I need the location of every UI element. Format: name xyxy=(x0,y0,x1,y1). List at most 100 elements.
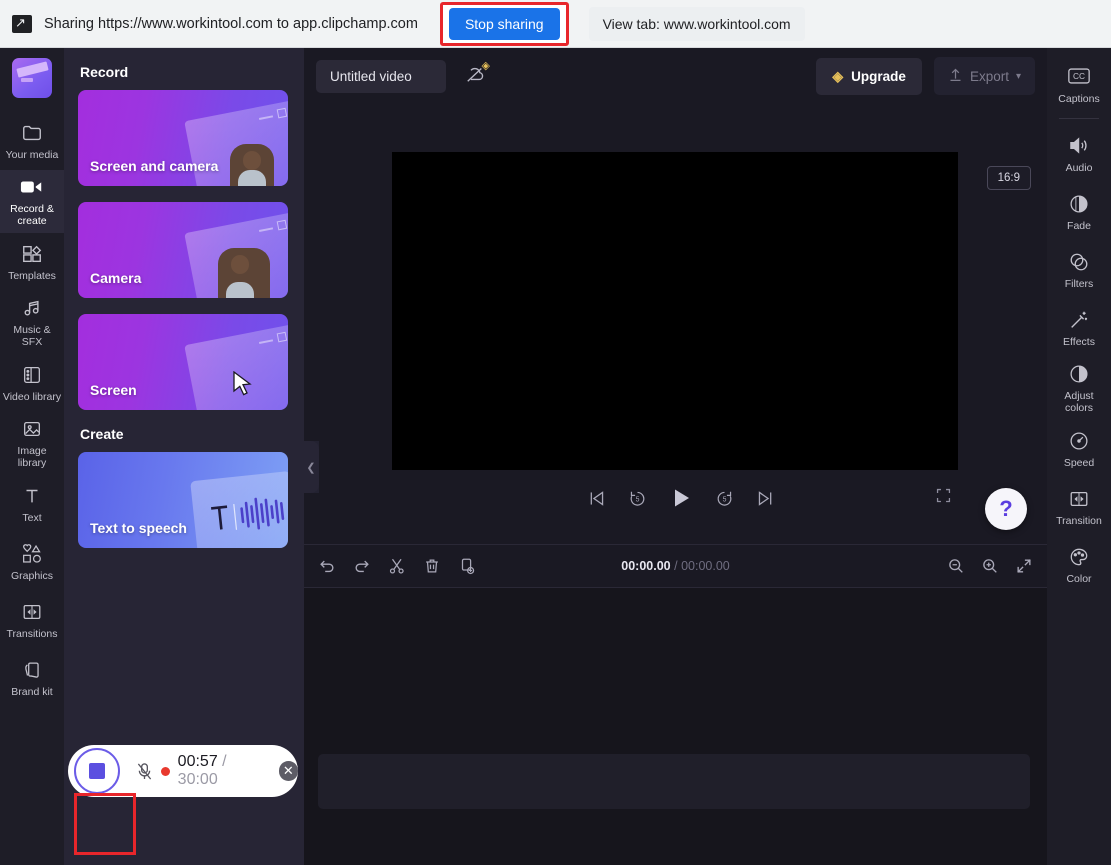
sidebar-item-image-library[interactable]: Image library xyxy=(0,412,64,475)
rail-item-label: Transition xyxy=(1056,514,1102,527)
text-waveform-art xyxy=(190,470,288,548)
mic-muted-icon[interactable] xyxy=(136,762,153,781)
rail-item-fade[interactable]: Fade xyxy=(1047,183,1111,241)
sidebar-item-label: Transitions xyxy=(6,627,58,640)
add-clip-icon[interactable] xyxy=(458,557,476,575)
forward-5-icon[interactable]: 5 xyxy=(715,489,734,508)
project-title-input[interactable]: Untitled video xyxy=(316,59,446,93)
record-card-screen[interactable]: Screen xyxy=(78,314,288,410)
help-button[interactable]: ? xyxy=(985,488,1027,530)
music-note-icon xyxy=(21,297,43,319)
contrast-icon xyxy=(1068,363,1090,385)
rail-item-captions[interactable]: CC Captions xyxy=(1047,56,1111,114)
svg-text:5: 5 xyxy=(636,496,640,503)
create-card-text-to-speech[interactable]: Text to speech xyxy=(78,452,288,548)
upgrade-button[interactable]: ◈ Upgrade xyxy=(816,57,922,95)
rail-item-label: Adjust colors xyxy=(1064,390,1094,414)
zoom-out-icon[interactable] xyxy=(947,557,965,575)
chevron-down-icon: ▾ xyxy=(1015,70,1021,82)
svg-text:5: 5 xyxy=(723,496,727,503)
sidebar-item-label: Your media xyxy=(5,148,59,161)
stop-sharing-button[interactable]: Stop sharing xyxy=(448,7,560,40)
skip-to-end-icon[interactable] xyxy=(756,489,775,508)
rail-item-label: Speed xyxy=(1063,456,1095,469)
transition-icon xyxy=(21,601,43,623)
sidebar-item-video-library[interactable]: Video library xyxy=(0,354,64,412)
timeline-tools xyxy=(318,557,476,575)
export-button[interactable]: Export ▾ xyxy=(933,57,1035,95)
sidebar-item-label: Video library xyxy=(2,390,62,403)
skip-to-start-icon[interactable] xyxy=(587,489,606,508)
screen-share-icon xyxy=(12,14,32,33)
video-preview-canvas[interactable] xyxy=(392,152,958,470)
rail-item-effects[interactable]: Effects xyxy=(1047,299,1111,357)
stop-sharing-highlight: Stop sharing xyxy=(439,1,569,46)
right-properties-rail: CC Captions Audio Fade Filters Effects A… xyxy=(1047,48,1111,865)
sidebar-item-music-sfx[interactable]: Music & SFX xyxy=(0,291,64,354)
sidebar-item-label: Text xyxy=(22,511,42,524)
rail-item-speed[interactable]: Speed xyxy=(1047,420,1111,478)
rail-item-label: Filters xyxy=(1064,277,1094,290)
card-label: Screen xyxy=(90,382,137,398)
upgrade-label: Upgrade xyxy=(851,68,906,84)
clipchamp-logo[interactable] xyxy=(12,58,52,98)
sidebar-item-label: Templates xyxy=(8,269,56,282)
timeline-track-placeholder[interactable] xyxy=(318,754,1030,809)
rail-item-filters[interactable]: Filters xyxy=(1047,241,1111,299)
collapse-panel-button[interactable]: ❮ xyxy=(303,441,319,493)
transition-icon xyxy=(1068,488,1090,510)
backup-status-button[interactable]: ◈ xyxy=(460,60,490,91)
sidebar-item-record-create[interactable]: Record & create xyxy=(0,170,64,233)
sidebar-item-templates[interactable]: Templates xyxy=(0,233,64,291)
rail-item-adjust-colors[interactable]: Adjust colors xyxy=(1047,357,1111,420)
timeline-area[interactable] xyxy=(304,588,1047,865)
zoom-in-icon[interactable] xyxy=(981,557,999,575)
editor-toolbar: Untitled video ◈ ◈ Upgrade Export ▾ xyxy=(304,48,1047,104)
scissors-icon[interactable] xyxy=(388,557,406,575)
time-limit: 30:00 xyxy=(177,771,218,788)
svg-text:CC: CC xyxy=(1073,70,1085,80)
speaker-icon xyxy=(1068,135,1091,157)
recording-time: 00:57 / 30:00 xyxy=(178,753,268,789)
time-separator: / xyxy=(674,559,678,573)
sidebar-item-transitions[interactable]: Transitions xyxy=(0,591,64,649)
card-label: Camera xyxy=(90,270,142,286)
redo-icon[interactable] xyxy=(353,557,371,575)
rail-item-audio[interactable]: Audio xyxy=(1047,125,1111,183)
rewind-5-icon[interactable]: 5 xyxy=(628,489,647,508)
speedometer-icon xyxy=(1068,430,1090,452)
record-card-screen-and-camera[interactable]: Screen and camera xyxy=(78,90,288,186)
sidebar-item-graphics[interactable]: Graphics xyxy=(0,533,64,591)
rail-item-label: Effects xyxy=(1063,335,1095,348)
total-time: 00:00.00 xyxy=(681,559,730,573)
record-card-camera[interactable]: Camera xyxy=(78,202,288,298)
rail-divider xyxy=(1059,118,1099,119)
rail-item-transition[interactable]: Transition xyxy=(1047,478,1111,536)
stop-recording-button[interactable] xyxy=(74,748,120,794)
undo-icon[interactable] xyxy=(318,557,336,575)
sidebar-item-brand-kit[interactable]: Brand kit xyxy=(0,649,64,707)
rail-item-color[interactable]: Color xyxy=(1047,536,1111,594)
view-tab-button[interactable]: View tab: www.workintool.com xyxy=(588,6,805,41)
fullscreen-icon[interactable] xyxy=(935,487,952,509)
sidebar-item-text[interactable]: Text xyxy=(0,475,64,533)
clipchamp-app: Your media Record & create Templates Mus… xyxy=(0,48,1111,865)
sidebar-item-your-media[interactable]: Your media xyxy=(0,112,64,170)
close-icon[interactable]: ✕ xyxy=(278,761,298,781)
text-t-icon xyxy=(21,485,43,507)
timeline-zoom-tools xyxy=(947,557,1033,575)
create-section-heading: Create xyxy=(80,426,124,442)
shapes-icon xyxy=(21,543,44,565)
trash-icon[interactable] xyxy=(423,557,441,575)
play-button[interactable] xyxy=(669,486,693,510)
magic-wand-icon xyxy=(1068,309,1090,331)
templates-icon xyxy=(21,243,43,265)
gem-icon: ◈ xyxy=(832,67,844,84)
stop-square-icon xyxy=(89,763,105,779)
video-camera-icon xyxy=(20,176,44,198)
card-label: Screen and camera xyxy=(90,158,219,174)
person-art xyxy=(218,248,270,298)
fit-to-screen-icon[interactable] xyxy=(1015,557,1033,575)
aspect-ratio-button[interactable]: 16:9 xyxy=(986,166,1031,190)
playback-controls: 5 5 xyxy=(587,486,775,510)
